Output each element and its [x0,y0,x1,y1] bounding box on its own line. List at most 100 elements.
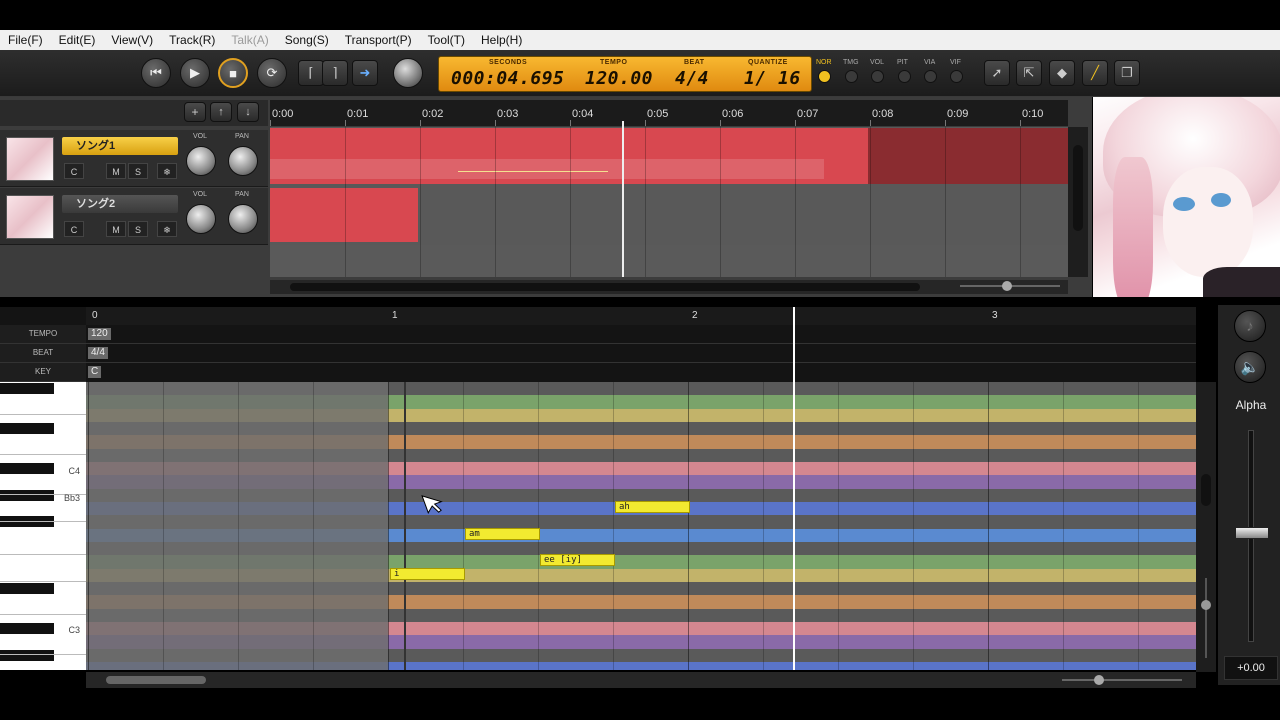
beat-value[interactable]: 4/4 [675,68,709,89]
piano-roll[interactable]: i am ee [iy] ah [86,382,1196,670]
vol-button[interactable] [871,70,884,83]
solo-button[interactable]: S [128,163,148,179]
add-track-button[interactable]: + [184,102,206,122]
black-key[interactable] [0,516,54,528]
loop-end-button[interactable]: ⌉ [322,60,348,86]
range-select-tool-button[interactable]: ⇱ [1016,60,1042,86]
bar-ruler[interactable] [86,307,1196,325]
roll-vzoom-handle[interactable] [1201,600,1211,610]
eraser-icon: ◆ [1057,65,1067,80]
track-vscroll-thumb[interactable] [1073,145,1083,231]
black-key[interactable] [0,489,54,501]
via-button[interactable] [924,70,937,83]
roll-vzoom-slider[interactable] [1205,578,1207,658]
menu-track[interactable]: Track(R) [161,30,223,50]
tempo-marker[interactable]: 120 [88,328,111,340]
pencil-tool-button[interactable]: ╱ [1082,60,1108,86]
white-key-divider [0,553,86,555]
tempo-label: TEMPO [600,59,628,66]
eraser-tool-button[interactable]: ◆ [1049,60,1075,86]
black-key[interactable] [0,649,54,661]
roll-hscroll-thumb[interactable] [106,676,206,684]
timeline-tick [570,120,571,126]
editor-playhead[interactable] [793,382,796,670]
track-vertical-scrollbar[interactable] [1068,127,1088,277]
track-header-1[interactable]: ソング1 C M S ❄ VOL PAN [0,130,268,187]
alpha-slider-handle[interactable] [1235,527,1269,539]
note[interactable]: ee [iy] [540,554,615,567]
loop-start-button[interactable]: ⌈ [298,60,324,86]
menu-view[interactable]: View(V) [103,30,161,50]
vif-button[interactable] [950,70,963,83]
track-name[interactable]: ソング2 [62,195,178,213]
roll-zoom-handle[interactable] [1094,675,1104,685]
track-lanes[interactable] [270,121,1068,277]
play-button[interactable]: ▶ [180,58,210,88]
timeline-tick [270,120,271,126]
nor-button[interactable] [818,70,831,83]
song-part-2[interactable] [270,188,418,242]
menu-edit[interactable]: Edit(E) [51,30,104,50]
solo-button[interactable]: S [128,221,148,237]
track-hscroll-thumb[interactable] [290,283,920,291]
alpha-value[interactable]: +0.00 [1224,656,1278,680]
freeze-button[interactable]: ❄ [157,221,177,237]
mute-button[interactable]: M [106,163,126,179]
track-zoom-handle[interactable] [1002,281,1012,291]
beat-grid-line [913,382,914,670]
stop-button[interactable]: ■ [218,58,248,88]
volume-knob[interactable] [186,204,216,234]
track-playhead[interactable] [622,121,624,277]
select-tool-button[interactable]: ➚ [984,60,1010,86]
tmg-button[interactable] [845,70,858,83]
volume-knob[interactable] [186,146,216,176]
track-header-2[interactable]: ソング2 C M S ❄ VOL PAN [0,188,268,245]
tempo-value[interactable]: 120.00 [585,68,653,89]
note[interactable]: ah [615,500,690,513]
track-horizontal-scrollbar[interactable] [270,280,1068,294]
black-key[interactable] [0,622,54,634]
note-view-button[interactable]: ♪ [1234,310,1266,342]
black-key[interactable] [0,462,54,474]
menu-file[interactable]: File(F) [0,30,51,50]
master-volume-knob[interactable] [393,58,423,88]
track-avatar [6,137,54,181]
quantize-value[interactable]: 1/ 16 [744,68,801,89]
follow-button[interactable]: ➜ [352,60,378,86]
bar-number: 3 [992,310,998,321]
black-key[interactable] [0,422,54,434]
mute-button[interactable]: M [106,221,126,237]
roll-zoom-slider[interactable] [1062,675,1182,685]
pit-button[interactable] [898,70,911,83]
track-avatar [6,195,54,239]
move-track-down-button[interactable]: ↓ [237,102,259,122]
menu-transport[interactable]: Transport(P) [337,30,420,50]
beat-grid-line [688,382,689,670]
loop-button[interactable]: ⟳ [257,58,287,88]
track-c-button[interactable]: C [64,221,84,237]
menu-song[interactable]: Song(S) [277,30,337,50]
menu-help[interactable]: Help(H) [473,30,530,50]
pan-knob[interactable] [228,146,258,176]
roll-vertical-scrollbar[interactable] [1196,382,1216,672]
beat-marker[interactable]: 4/4 [88,347,108,359]
move-track-up-button[interactable]: ↑ [210,102,232,122]
window-button[interactable]: ❐ [1114,60,1140,86]
roll-horizontal-scrollbar[interactable] [86,672,1196,688]
note[interactable]: i [390,567,465,580]
track-c-button[interactable]: C [64,163,84,179]
black-key[interactable] [0,582,54,594]
freeze-button[interactable]: ❄ [157,163,177,179]
menu-tool[interactable]: Tool(T) [420,30,473,50]
pan-knob[interactable] [228,204,258,234]
track-name[interactable]: ソング1 [62,137,178,155]
roll-vscroll-thumb[interactable] [1201,474,1211,506]
rewind-button[interactable]: ⏮ [141,58,171,88]
key-marker[interactable]: C [88,366,102,378]
speaker-button[interactable]: 🔈 [1234,351,1266,383]
track-zoom-slider[interactable] [960,281,1060,291]
timeline-ruler[interactable]: 0:00 0:01 0:02 0:03 0:04 0:05 0:06 0:07 0:08 0:09… [270,100,1068,126]
black-key[interactable] [0,383,54,394]
piano-keyboard[interactable]: C4 Bb3 C3 [0,382,86,670]
note[interactable]: am [465,527,540,540]
